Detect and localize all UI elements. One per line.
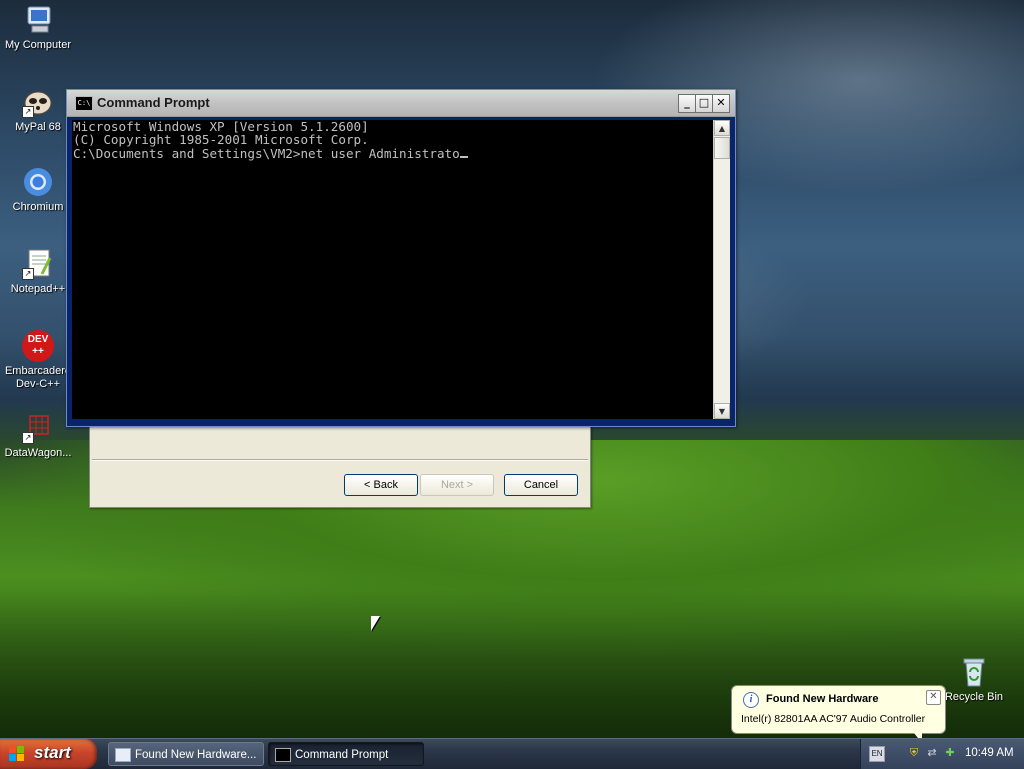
- notification-balloon[interactable]: i Found New Hardware Intel(r) 82801AA AC…: [731, 685, 946, 743]
- desktop-icon-notepadpp[interactable]: ↗ Notepad++: [0, 248, 76, 296]
- next-button[interactable]: Next >: [420, 474, 494, 496]
- network-icon[interactable]: ⇄: [925, 746, 939, 760]
- maximize-button[interactable]: □: [695, 94, 713, 113]
- shortcut-arrow-icon: ↗: [22, 432, 34, 444]
- windows-logo-icon: [9, 746, 25, 762]
- devcpp-badge-plus: ++: [32, 346, 44, 357]
- vertical-scrollbar[interactable]: ▲ ▼: [713, 120, 730, 419]
- window-title: Command Prompt: [97, 95, 210, 110]
- scroll-thumb[interactable]: [714, 137, 730, 159]
- mypal-browser-icon: ↗: [22, 86, 54, 118]
- desktop-icon-label: MyPal 68: [15, 121, 61, 133]
- desktop-icon-label-line2: Dev-C++: [15, 378, 61, 390]
- taskbar-button-command-prompt[interactable]: Command Prompt: [268, 742, 424, 766]
- datawagon-icon: ↗: [22, 412, 54, 444]
- desktop-icon-my-computer[interactable]: My Computer: [0, 4, 76, 52]
- desktop-icon-label-line1: Embarcadero: [4, 365, 72, 377]
- wizard-window-icon: [115, 748, 131, 762]
- console-prompt-line[interactable]: C:\Documents and Settings\VM2>net user A…: [72, 147, 713, 160]
- notepadpp-icon: ↗: [22, 248, 54, 280]
- recycle-bin-icon: [958, 656, 990, 688]
- chromium-icon: [22, 166, 54, 198]
- desktop-icon-chromium[interactable]: Chromium: [0, 166, 76, 214]
- devcpp-icon: DEV ++: [22, 330, 54, 362]
- console-icon: C:\: [75, 96, 93, 111]
- shortcut-arrow-icon: ↗: [22, 106, 34, 118]
- scroll-up-arrow-icon[interactable]: ▲: [714, 120, 730, 136]
- balloon-close-button[interactable]: ✕: [926, 690, 941, 705]
- hardware-wizard-dialog: < Back Next > Cancel: [89, 420, 591, 508]
- desktop-icon-devcpp[interactable]: DEV ++ Embarcadero Dev-C++: [0, 330, 76, 391]
- window-titlebar[interactable]: C:\ Command Prompt _ □ ✕: [67, 90, 735, 117]
- start-button[interactable]: start: [0, 739, 97, 769]
- cancel-button[interactable]: Cancel: [504, 474, 578, 496]
- wizard-separator: [92, 459, 588, 461]
- hardware-icon[interactable]: ✚: [943, 746, 957, 760]
- desktop-icon-label: Notepad++: [10, 283, 66, 295]
- text-cursor: [459, 156, 468, 158]
- console-icon: [275, 748, 291, 762]
- shortcut-arrow-icon: ↗: [22, 268, 34, 280]
- security-shield-icon[interactable]: ⛨: [907, 746, 921, 760]
- desktop-icon-label: My Computer: [4, 39, 72, 51]
- language-indicator[interactable]: EN: [869, 746, 885, 762]
- desktop-icon-label: Recycle Bin: [944, 691, 1004, 703]
- mouse-pointer-icon: [371, 616, 380, 631]
- desktop-icon-label: DataWagon...: [4, 447, 72, 459]
- desktop-icon-mypal[interactable]: ↗ MyPal 68: [0, 86, 76, 134]
- system-tray: EN ⛨ ⇄ ✚ 10:49 AM: [860, 739, 1024, 769]
- console-line-2: (C) Copyright 1985-2001 Microsoft Corp.: [73, 132, 369, 147]
- command-prompt-window[interactable]: C:\ Command Prompt _ □ ✕ Microsoft Windo…: [66, 89, 736, 427]
- desktop-icon-datawagon[interactable]: ↗ DataWagon...: [0, 412, 76, 460]
- taskbar-button-label: Found New Hardware...: [135, 749, 257, 761]
- taskbar: start Found New Hardware... Command Prom…: [0, 738, 1024, 769]
- minimize-button[interactable]: _: [678, 94, 696, 113]
- console-command: C:\Documents and Settings\VM2>net user A…: [73, 146, 460, 161]
- desktop-icon-label: Chromium: [12, 201, 64, 213]
- balloon-title: Found New Hardware: [766, 693, 879, 705]
- taskbar-button-label: Command Prompt: [295, 749, 389, 761]
- start-label: start: [34, 743, 71, 762]
- console-output[interactable]: Microsoft Windows XP [Version 5.1.2600](…: [72, 120, 713, 419]
- devcpp-badge-text: DEV: [27, 334, 49, 345]
- scroll-down-arrow-icon[interactable]: ▼: [714, 403, 730, 419]
- desktop-icon-recycle-bin[interactable]: Recycle Bin: [936, 656, 1012, 704]
- back-button[interactable]: < Back: [344, 474, 418, 496]
- taskbar-button-found-new-hardware[interactable]: Found New Hardware...: [108, 742, 264, 766]
- clock[interactable]: 10:49 AM: [965, 747, 1014, 759]
- close-button[interactable]: ✕: [712, 94, 730, 113]
- balloon-message: Intel(r) 82801AA AC'97 Audio Controller: [741, 713, 926, 725]
- computer-icon: [22, 4, 54, 36]
- info-icon: i: [743, 692, 759, 708]
